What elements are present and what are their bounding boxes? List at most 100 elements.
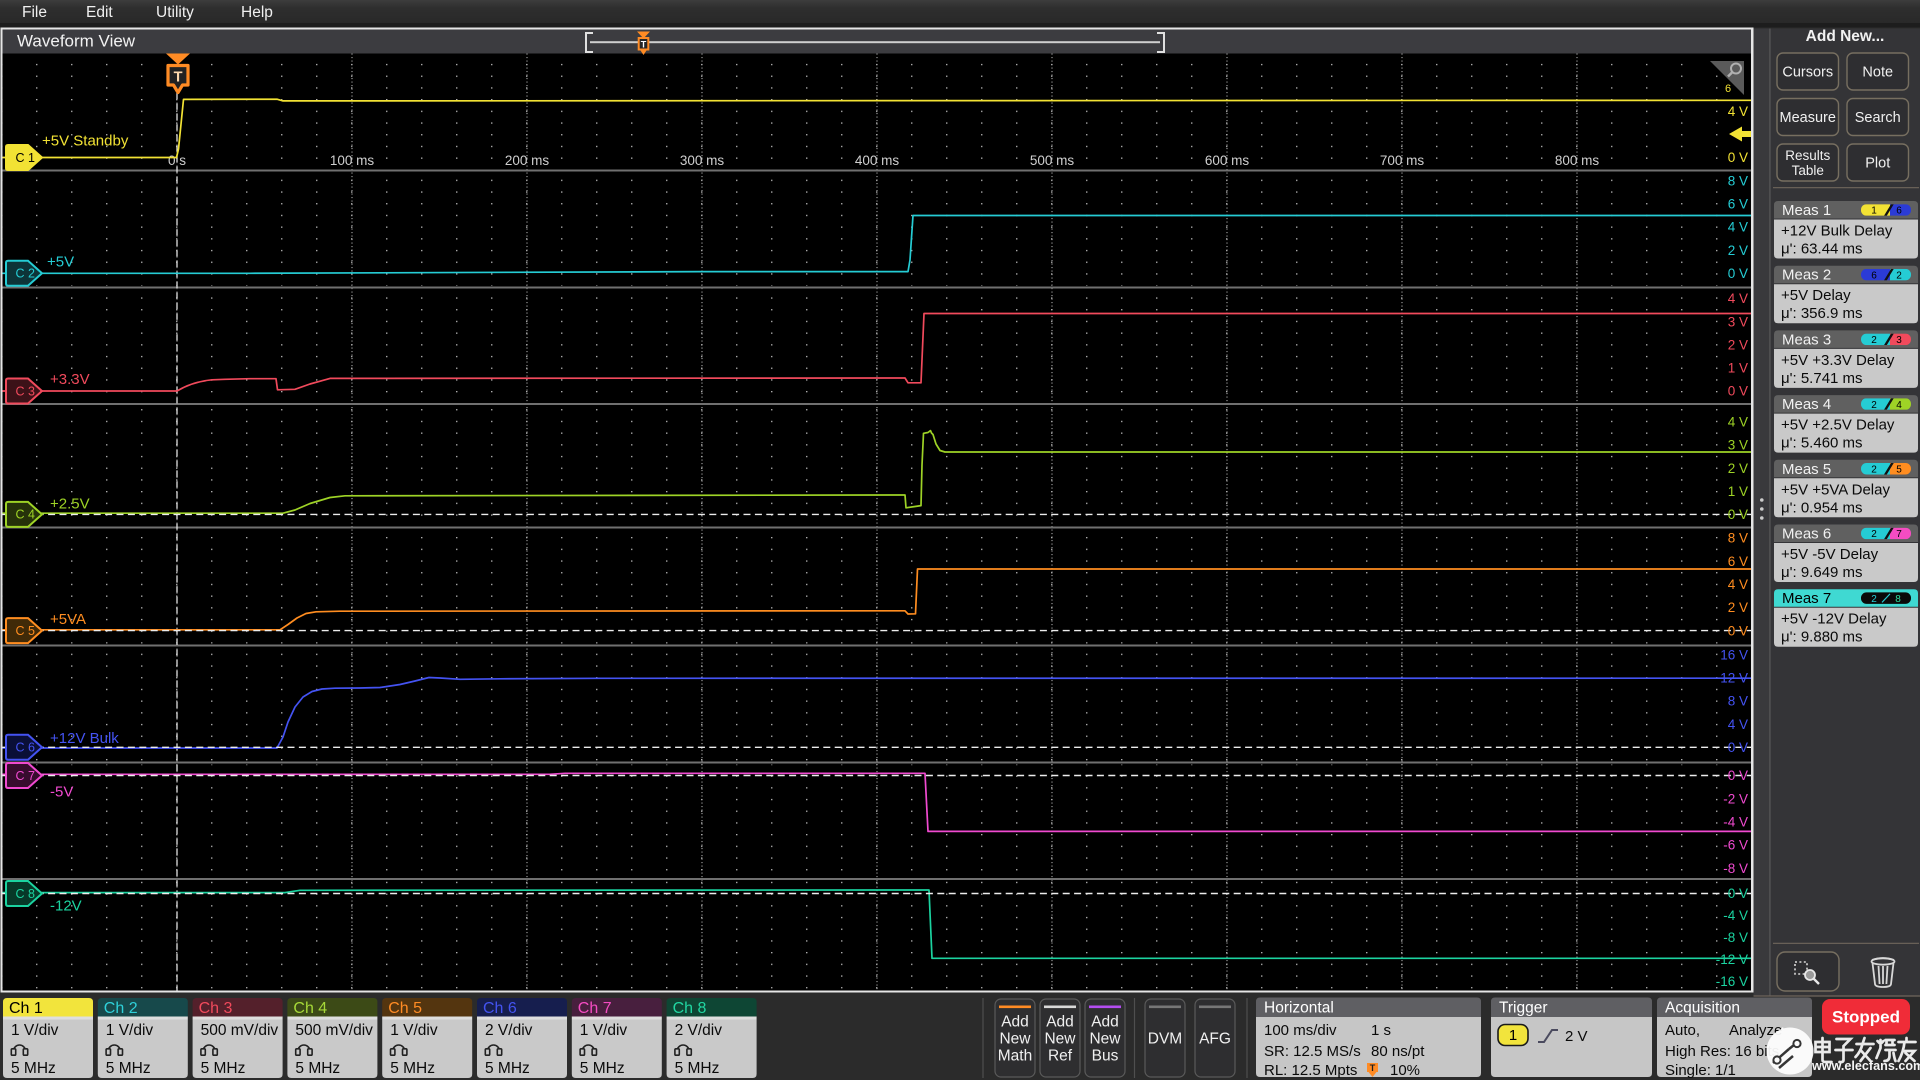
svg-text:Ref: Ref: [1048, 1048, 1073, 1065]
svg-text:2 V: 2 V: [1728, 600, 1748, 615]
svg-text:1: 1: [1509, 1027, 1517, 1044]
svg-text:AFG: AFG: [1199, 1031, 1231, 1048]
svg-text:12 V: 12 V: [1720, 671, 1748, 686]
svg-text:Meas 6: Meas 6: [1782, 526, 1831, 543]
svg-text:+5V +3.3V Delay: +5V +3.3V Delay: [1781, 352, 1895, 369]
svg-text:5 MHz: 5 MHz: [295, 1060, 340, 1077]
svg-text:600 ms: 600 ms: [1205, 153, 1250, 168]
svg-text:Ch 5: Ch 5: [388, 1000, 422, 1017]
svg-text:-2 V: -2 V: [1723, 791, 1748, 806]
svg-text:Stopped: Stopped: [1832, 1008, 1900, 1027]
svg-text:Ch 7: Ch 7: [578, 1000, 612, 1017]
svg-text:Note: Note: [1862, 65, 1893, 81]
svg-text:8 V: 8 V: [1728, 531, 1748, 546]
svg-text:1 V/div: 1 V/div: [106, 1022, 154, 1039]
svg-text:-12V: -12V: [50, 898, 82, 915]
svg-text:Measure: Measure: [1780, 110, 1836, 126]
svg-text:New: New: [999, 1031, 1031, 1048]
svg-text:μ': 63.44 ms: μ': 63.44 ms: [1781, 241, 1863, 258]
svg-text:-4 V: -4 V: [1723, 815, 1748, 830]
svg-text:Trigger: Trigger: [1499, 1000, 1548, 1017]
svg-text:2: 2: [1871, 465, 1877, 476]
svg-text:Single: 1/1: Single: 1/1: [1665, 1062, 1736, 1079]
svg-text:www.elecfans.com: www.elecfans.com: [1811, 1059, 1920, 1073]
svg-text:+12V Bulk Delay: +12V Bulk Delay: [1781, 223, 1893, 240]
svg-text:C 5: C 5: [16, 624, 36, 638]
svg-text:Meas 3: Meas 3: [1782, 331, 1831, 348]
svg-text:8 V: 8 V: [1728, 694, 1748, 709]
svg-text:2: 2: [1871, 335, 1877, 346]
svg-text:300 ms: 300 ms: [680, 153, 725, 168]
svg-text:Math: Math: [998, 1048, 1032, 1065]
svg-text:C 7: C 7: [16, 769, 36, 783]
svg-text:Ch 1: Ch 1: [9, 1000, 43, 1017]
svg-text:80 ns/pt: 80 ns/pt: [1371, 1043, 1425, 1060]
svg-text:Add New...: Add New...: [1806, 28, 1885, 45]
svg-text:+5V +2.5V Delay: +5V +2.5V Delay: [1781, 417, 1895, 434]
svg-text:μ': 9.649 ms: μ': 9.649 ms: [1781, 564, 1863, 581]
svg-text:2: 2: [1871, 400, 1877, 411]
svg-text:Utility: Utility: [156, 4, 194, 21]
svg-text:6: 6: [1725, 83, 1731, 95]
svg-text:7: 7: [1896, 529, 1902, 540]
svg-text:Ch 2: Ch 2: [104, 1000, 138, 1017]
svg-text:8 V: 8 V: [1728, 173, 1748, 188]
svg-text:4: 4: [1896, 400, 1902, 411]
svg-text:5: 5: [1896, 465, 1902, 476]
svg-text:5 MHz: 5 MHz: [675, 1060, 720, 1077]
svg-text:Meas 2: Meas 2: [1782, 267, 1831, 284]
svg-text:μ': 9.880 ms: μ': 9.880 ms: [1781, 629, 1863, 646]
svg-text:800 ms: 800 ms: [1555, 153, 1600, 168]
svg-text:-4 V: -4 V: [1723, 908, 1748, 923]
svg-text:μ': 356.9 ms: μ': 356.9 ms: [1781, 305, 1863, 322]
svg-text:Search: Search: [1855, 110, 1901, 126]
svg-text:New: New: [1089, 1031, 1121, 1048]
svg-text:+5V Standby: +5V Standby: [42, 132, 129, 149]
svg-text:C 2: C 2: [16, 267, 36, 281]
svg-text:4 V: 4 V: [1728, 291, 1748, 306]
svg-text:New: New: [1044, 1031, 1076, 1048]
svg-text:5 MHz: 5 MHz: [201, 1060, 246, 1077]
svg-text:Bus: Bus: [1092, 1048, 1119, 1065]
svg-text:μ': 0.954 ms: μ': 0.954 ms: [1781, 499, 1863, 516]
svg-text:μ': 5.741 ms: μ': 5.741 ms: [1781, 370, 1863, 387]
svg-text:4 V: 4 V: [1728, 220, 1748, 235]
svg-text:Table: Table: [1792, 163, 1824, 178]
svg-text:Edit: Edit: [86, 4, 113, 21]
svg-text:-8 V: -8 V: [1723, 861, 1748, 876]
svg-text:Meas 5: Meas 5: [1782, 461, 1831, 478]
svg-text:Help: Help: [241, 4, 273, 21]
svg-text:400 ms: 400 ms: [855, 153, 900, 168]
svg-text:RL: 12.5 Mpts: RL: 12.5 Mpts: [1264, 1062, 1357, 1079]
svg-text:2: 2: [1871, 529, 1877, 540]
svg-text:16 V: 16 V: [1720, 647, 1748, 662]
svg-text:4 V: 4 V: [1728, 717, 1748, 732]
svg-text:C 8: C 8: [16, 887, 36, 901]
svg-text:700 ms: 700 ms: [1380, 153, 1425, 168]
svg-text:5 MHz: 5 MHz: [11, 1060, 56, 1077]
svg-text:High Res: 16 bits: High Res: 16 bits: [1665, 1043, 1779, 1060]
svg-text:Acquisition: Acquisition: [1665, 1000, 1740, 1017]
svg-text:3 V: 3 V: [1728, 438, 1748, 453]
svg-text:4 V: 4 V: [1728, 104, 1748, 119]
svg-text:T: T: [174, 70, 183, 86]
svg-text:Add: Add: [1046, 1014, 1074, 1031]
svg-text:-5V: -5V: [50, 783, 73, 800]
svg-text:Meas 4: Meas 4: [1782, 396, 1831, 413]
svg-text:SR: 12.5 MS/s: SR: 12.5 MS/s: [1264, 1043, 1361, 1060]
svg-text:0 V: 0 V: [1728, 886, 1748, 901]
svg-text:3: 3: [1896, 335, 1902, 346]
svg-text:5 MHz: 5 MHz: [580, 1060, 625, 1077]
svg-text:Add: Add: [1091, 1014, 1119, 1031]
svg-text:0 V: 0 V: [1728, 740, 1748, 755]
svg-text:1: 1: [1871, 206, 1877, 217]
svg-text:Ch 3: Ch 3: [199, 1000, 233, 1017]
svg-text:2 V: 2 V: [1728, 337, 1748, 352]
svg-text:0 V: 0 V: [1728, 150, 1748, 165]
svg-text:4 V: 4 V: [1728, 415, 1748, 430]
svg-text:+5VA: +5VA: [50, 611, 86, 628]
svg-text:Plot: Plot: [1865, 156, 1890, 172]
svg-text:T: T: [641, 40, 647, 50]
svg-text:0 V: 0 V: [1728, 507, 1748, 522]
svg-text:+5V Delay: +5V Delay: [1781, 287, 1851, 304]
